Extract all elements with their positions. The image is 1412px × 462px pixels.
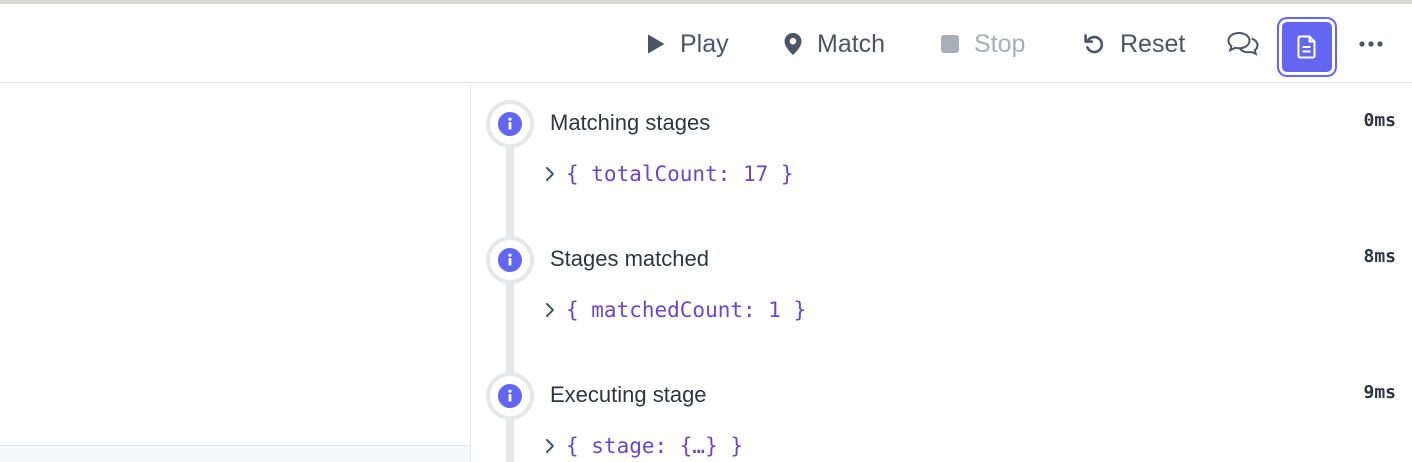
info-marker [486, 100, 534, 148]
left-pane [0, 83, 470, 462]
event-payload-toggle[interactable]: { stage: {…} } [544, 434, 743, 458]
play-button-label: Play [680, 29, 729, 58]
info-icon [508, 389, 512, 402]
event-payload: { matchedCount: 1 } [566, 298, 807, 322]
play-button[interactable]: Play [646, 18, 729, 70]
info-marker [486, 236, 534, 284]
stop-button-label: Stop [974, 29, 1026, 58]
event-duration: 8ms [1363, 246, 1396, 267]
info-icon [508, 117, 512, 130]
more-options-button[interactable] [1358, 18, 1384, 70]
event-payload: { totalCount: 17 } [566, 162, 794, 186]
reset-button[interactable]: Reset [1082, 18, 1185, 70]
event-duration: 9ms [1363, 382, 1396, 403]
pane-divider[interactable] [470, 83, 471, 462]
stop-button[interactable]: Stop [940, 18, 1025, 70]
event-payload: { stage: {…} } [566, 434, 744, 458]
info-icon [508, 253, 512, 266]
event-duration: 0ms [1363, 110, 1396, 131]
match-button-label: Match [817, 29, 886, 58]
left-pane-bottom-strip [0, 446, 470, 462]
chevron-right-icon [546, 439, 554, 453]
chat-bubbles-icon [1227, 31, 1259, 56]
event-title: Executing stage [550, 382, 707, 407]
event-title: Stages matched [550, 246, 709, 271]
reset-icon [1084, 34, 1104, 54]
chevron-right-icon [546, 167, 554, 181]
comments-button[interactable] [1226, 18, 1260, 70]
play-icon [648, 34, 665, 54]
event-payload-toggle[interactable]: { matchedCount: 1 } [544, 298, 806, 322]
event-payload-toggle[interactable]: { totalCount: 17 } [544, 162, 794, 186]
toolbar: Play Match Stop Reset [0, 4, 1412, 82]
stop-icon [941, 35, 959, 53]
document-icon [1297, 35, 1316, 59]
info-marker [486, 372, 534, 420]
map-pin-icon [784, 33, 802, 55]
event-title: Matching stages [550, 110, 711, 135]
log-panel-button[interactable] [1279, 19, 1335, 75]
reset-button-label: Reset [1120, 29, 1186, 58]
more-horizontal-icon [1359, 41, 1383, 47]
chevron-right-icon [546, 303, 554, 317]
match-button[interactable]: Match [783, 18, 885, 70]
